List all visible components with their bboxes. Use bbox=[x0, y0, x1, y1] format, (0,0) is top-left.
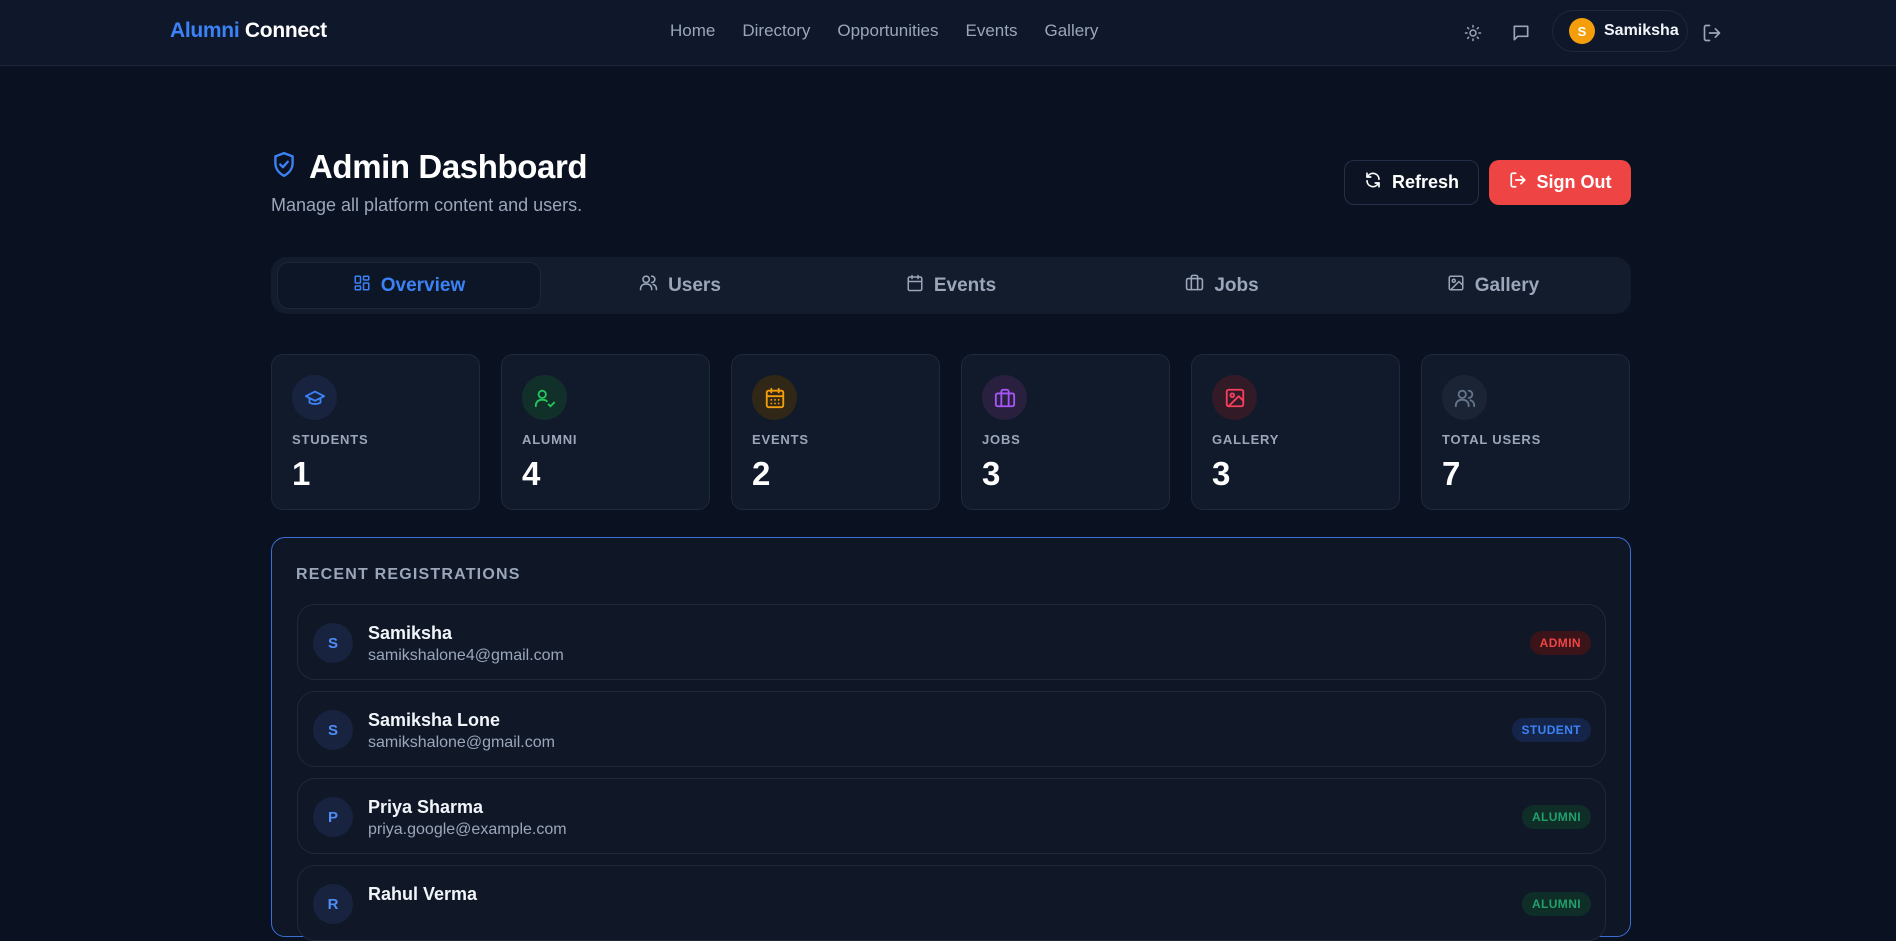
user-email: priya.google@example.com bbox=[368, 821, 567, 838]
list-item[interactable]: S Samiksha Lone samikshalone@gmail.com S… bbox=[297, 691, 1606, 767]
avatar: S bbox=[313, 710, 353, 750]
user-email: samikshalone4@gmail.com bbox=[368, 647, 564, 664]
stat-value: 3 bbox=[1212, 455, 1231, 492]
users-icon bbox=[639, 273, 658, 298]
stat-value: 1 bbox=[292, 455, 311, 492]
user-name: Rahul Verma bbox=[368, 884, 478, 904]
role-badge: ADMIN bbox=[1529, 631, 1591, 655]
grid-icon bbox=[353, 274, 371, 298]
stat-value: 7 bbox=[1442, 455, 1461, 492]
user-name: Samiksha bbox=[1604, 22, 1679, 39]
tab-label: Users bbox=[668, 274, 721, 296]
message-icon[interactable] bbox=[1506, 18, 1536, 48]
dashboard-tabs: Overview Users Events Jobs Gallery bbox=[271, 257, 1631, 314]
calendar-icon bbox=[906, 274, 924, 298]
list-item[interactable]: P Priya Sharma priya.google@example.com … bbox=[297, 778, 1606, 854]
shield-icon bbox=[271, 151, 297, 184]
user-email: samikshalone@gmail.com bbox=[368, 734, 555, 751]
avatar: S bbox=[1569, 18, 1595, 44]
list-item[interactable]: R Rahul Verma ALUMNI bbox=[297, 865, 1606, 941]
logout-icon[interactable] bbox=[1697, 18, 1727, 48]
image-icon bbox=[1447, 274, 1465, 298]
image-icon bbox=[1212, 375, 1257, 420]
stat-label: GALLERY bbox=[1212, 432, 1280, 447]
users-icon bbox=[1442, 375, 1487, 420]
page-subtitle: Manage all platform content and users. bbox=[271, 195, 583, 215]
graduation-cap-icon bbox=[292, 375, 337, 420]
stat-card-jobs: JOBS 3 bbox=[961, 354, 1170, 510]
tab-gallery[interactable]: Gallery bbox=[1361, 262, 1625, 309]
top-navbar: Alumni Connect Home Directory Opportunit… bbox=[0, 0, 1896, 66]
stat-value: 4 bbox=[522, 455, 541, 492]
sun-icon[interactable] bbox=[1458, 18, 1488, 48]
stat-label: STUDENTS bbox=[292, 432, 369, 447]
stat-label: TOTAL USERS bbox=[1442, 432, 1542, 447]
tab-label: Overview bbox=[380, 274, 466, 296]
avatar: P bbox=[313, 797, 353, 837]
calendar-icon bbox=[752, 375, 797, 420]
stats-grid: STUDENTS 1 ALUMNI 4 EVENTS 2 JOBS 3 GALL… bbox=[271, 354, 1631, 510]
user-name: Priya Sharma bbox=[368, 797, 484, 817]
stat-card-total-users: TOTAL USERS 7 bbox=[1421, 354, 1630, 510]
nav-link-home[interactable]: Home bbox=[670, 21, 715, 41]
nav-link-events[interactable]: Events bbox=[966, 21, 1018, 41]
main-nav: Home Directory Opportunities Events Gall… bbox=[670, 21, 1098, 41]
stat-card-gallery: GALLERY 3 bbox=[1191, 354, 1400, 510]
brand-logo[interactable]: Alumni Connect bbox=[170, 19, 327, 43]
stat-value: 2 bbox=[752, 455, 771, 492]
briefcase-icon bbox=[1185, 273, 1204, 298]
sign-out-button[interactable]: Sign Out bbox=[1489, 160, 1631, 205]
page-title: Admin Dashboard bbox=[309, 148, 588, 185]
brand-part-1: Alumni bbox=[170, 19, 240, 42]
logout-icon bbox=[1509, 171, 1527, 194]
briefcase-icon bbox=[982, 375, 1027, 420]
tab-events[interactable]: Events bbox=[819, 262, 1083, 309]
stat-card-students: STUDENTS 1 bbox=[271, 354, 480, 510]
page-header: Admin Dashboard bbox=[271, 148, 588, 186]
stat-card-alumni: ALUMNI 4 bbox=[501, 354, 710, 510]
list-item[interactable]: S Samiksha samikshalone4@gmail.com ADMIN bbox=[297, 604, 1606, 680]
stat-label: ALUMNI bbox=[522, 432, 578, 447]
role-badge: ALUMNI bbox=[1521, 805, 1591, 829]
brand-part-2: Connect bbox=[244, 19, 327, 42]
refresh-button[interactable]: Refresh bbox=[1344, 160, 1479, 205]
tab-label: Jobs bbox=[1214, 274, 1259, 296]
tab-label: Gallery bbox=[1474, 274, 1540, 296]
user-check-icon bbox=[522, 375, 567, 420]
tab-users[interactable]: Users bbox=[548, 262, 812, 309]
refresh-icon bbox=[1364, 171, 1382, 194]
stat-label: EVENTS bbox=[752, 432, 809, 447]
stat-value: 3 bbox=[982, 455, 1001, 492]
section-title: RECENT REGISTRATIONS bbox=[296, 566, 521, 583]
refresh-label: Refresh bbox=[1391, 172, 1460, 192]
user-name: Samiksha bbox=[368, 623, 453, 643]
tab-label: Events bbox=[933, 274, 997, 296]
stat-card-events: EVENTS 2 bbox=[731, 354, 940, 510]
sign-out-label: Sign Out bbox=[1536, 172, 1612, 192]
stat-label: JOBS bbox=[982, 432, 1021, 447]
nav-link-opportunities[interactable]: Opportunities bbox=[837, 21, 938, 41]
avatar: S bbox=[313, 623, 353, 663]
avatar: R bbox=[313, 884, 353, 924]
user-name: Samiksha Lone bbox=[368, 710, 501, 730]
tab-jobs[interactable]: Jobs bbox=[1090, 262, 1354, 309]
role-badge: STUDENT bbox=[1511, 718, 1591, 742]
tab-overview[interactable]: Overview bbox=[277, 262, 541, 309]
nav-link-directory[interactable]: Directory bbox=[742, 21, 810, 41]
recent-registrations-panel: RECENT REGISTRATIONS S Samiksha samiksha… bbox=[271, 537, 1631, 941]
user-menu-button[interactable]: S Samiksha bbox=[1552, 10, 1688, 52]
nav-link-gallery[interactable]: Gallery bbox=[1044, 21, 1098, 41]
role-badge: ALUMNI bbox=[1521, 892, 1591, 916]
